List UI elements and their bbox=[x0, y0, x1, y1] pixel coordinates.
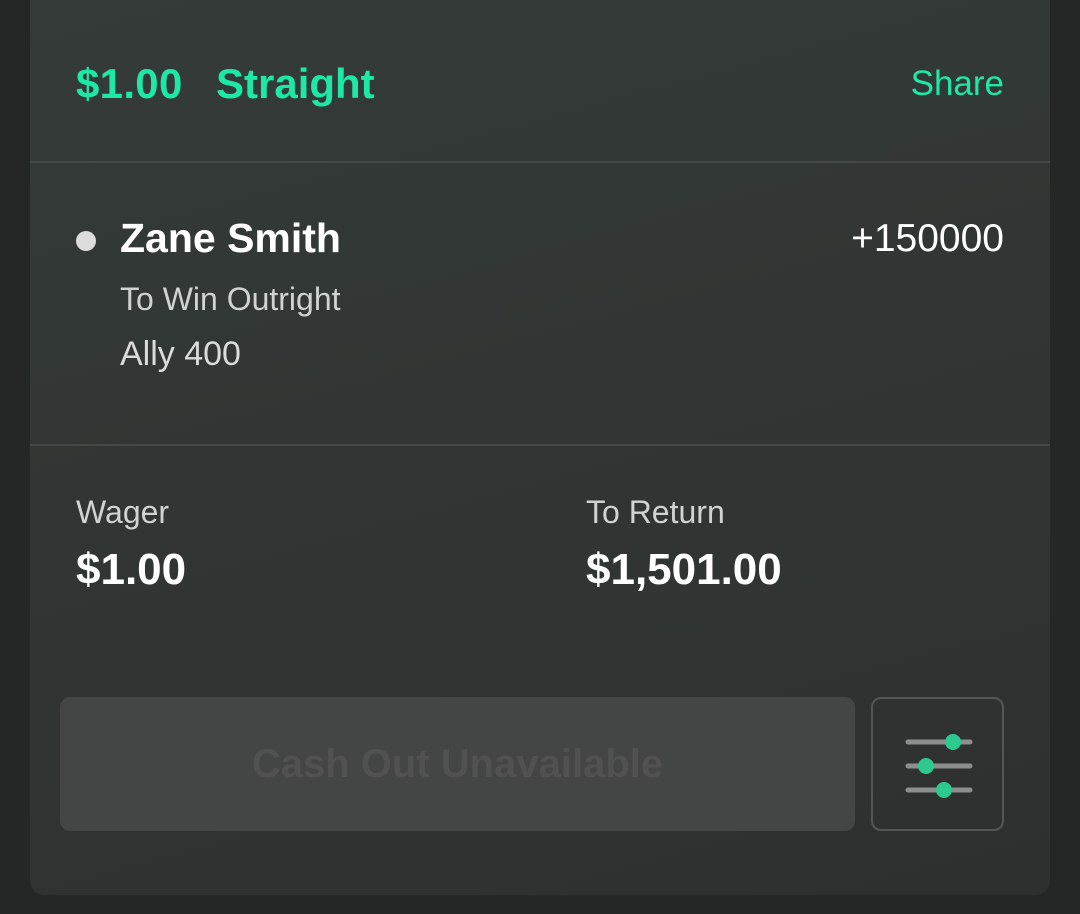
bet-card: $1.00 Straight Share Zane Smith +150000 … bbox=[30, 0, 1050, 895]
cash-out-button[interactable]: Cash Out Unavailable bbox=[60, 697, 855, 831]
status-dot-icon bbox=[76, 231, 96, 251]
bet-selection: Zane Smith +150000 To Win Outright Ally … bbox=[30, 163, 1050, 446]
selection-event: Ally 400 bbox=[120, 335, 241, 373]
cash-out-label: Cash Out Unavailable bbox=[251, 741, 664, 786]
to-return-value: $1,501.00 bbox=[586, 545, 782, 594]
selection-odds: +150000 bbox=[851, 217, 1004, 260]
selection-player: Zane Smith bbox=[120, 215, 341, 261]
bet-stake: $1.00 bbox=[76, 60, 183, 107]
wager-label: Wager bbox=[76, 494, 170, 530]
bet-type: Straight bbox=[216, 60, 375, 107]
selection-market: To Win Outright bbox=[120, 281, 341, 317]
bet-settings-button[interactable] bbox=[871, 697, 1004, 831]
sliders-icon bbox=[905, 734, 973, 798]
bet-header: $1.00 Straight Share bbox=[30, 0, 1050, 163]
share-link[interactable]: Share bbox=[911, 64, 1004, 104]
to-return-label: To Return bbox=[586, 494, 725, 530]
wager-value: $1.00 bbox=[76, 545, 187, 594]
